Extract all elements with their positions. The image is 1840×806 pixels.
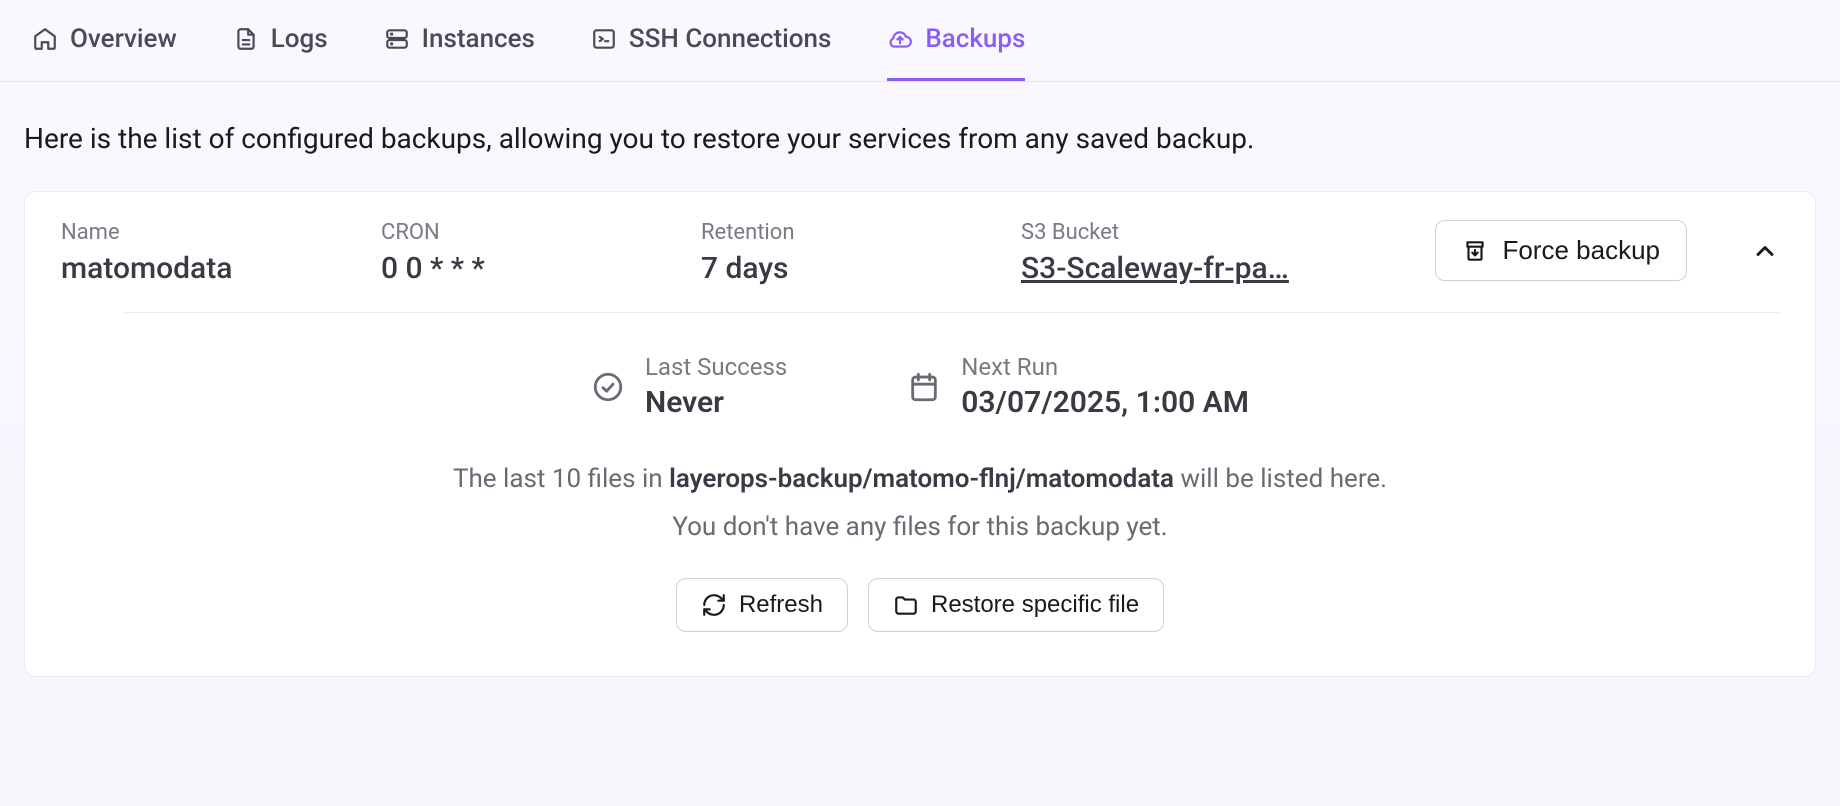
check-circle-icon — [591, 370, 625, 404]
home-icon — [32, 26, 58, 52]
last-success-block: Last Success Never — [591, 353, 787, 420]
next-run-block: Next Run 03/07/2025, 1:00 AM — [907, 353, 1249, 420]
refresh-button[interactable]: Refresh — [676, 578, 848, 632]
restore-file-button[interactable]: Restore specific file — [868, 578, 1164, 632]
tab-overview-label: Overview — [70, 24, 177, 54]
refresh-icon — [701, 592, 727, 618]
collapse-toggle[interactable] — [1751, 237, 1779, 269]
cron-value: 0 0 * * * — [381, 251, 661, 286]
terminal-icon — [591, 26, 617, 52]
last-success-label: Last Success — [645, 353, 787, 381]
backup-summary-row: Name matomodata CRON 0 0 * * * Retention… — [61, 220, 1779, 286]
s3-value[interactable]: S3-Scaleway-fr-pa… — [1021, 251, 1301, 286]
last-success-value: Never — [645, 385, 787, 420]
empty-message: You don't have any files for this backup… — [61, 512, 1779, 542]
next-run-value: 03/07/2025, 1:00 AM — [961, 385, 1249, 420]
divider — [125, 312, 1779, 313]
file-icon — [233, 26, 259, 52]
field-cron: CRON 0 0 * * * — [381, 220, 661, 286]
chevron-up-icon — [1751, 237, 1779, 265]
backup-card: Name matomodata CRON 0 0 * * * Retention… — [24, 191, 1816, 677]
list-suffix: will be listed here. — [1174, 464, 1387, 494]
name-value: matomodata — [61, 251, 341, 286]
tab-ssh[interactable]: SSH Connections — [591, 24, 831, 81]
tab-logs[interactable]: Logs — [233, 24, 328, 81]
tab-backups-label: Backups — [925, 24, 1025, 54]
server-icon — [384, 26, 410, 52]
restore-label: Restore specific file — [931, 591, 1139, 619]
force-backup-label: Force backup — [1502, 235, 1660, 266]
list-path: layerops-backup/matomo-flnj/matomodata — [669, 464, 1174, 494]
cron-label: CRON — [381, 220, 661, 245]
field-s3-bucket: S3 Bucket S3-Scaleway-fr-pa… — [1021, 220, 1395, 286]
list-prefix: The last 10 files in — [453, 464, 669, 494]
field-retention: Retention 7 days — [701, 220, 981, 286]
tab-backups[interactable]: Backups — [887, 24, 1025, 81]
action-row: Refresh Restore specific file — [61, 578, 1779, 632]
status-row: Last Success Never Next Run 03/07/2025, … — [61, 353, 1779, 420]
force-backup-button[interactable]: Force backup — [1435, 220, 1687, 281]
name-label: Name — [61, 220, 341, 245]
folder-icon — [893, 592, 919, 618]
tab-overview[interactable]: Overview — [32, 24, 177, 81]
refresh-label: Refresh — [739, 591, 823, 619]
next-run-label: Next Run — [961, 353, 1249, 381]
download-box-icon — [1462, 238, 1488, 264]
cloud-upload-icon — [887, 26, 913, 52]
tab-bar: Overview Logs Instances SSH Connections … — [0, 0, 1840, 82]
tab-instances[interactable]: Instances — [384, 24, 535, 81]
tab-ssh-label: SSH Connections — [629, 24, 831, 54]
s3-label: S3 Bucket — [1021, 220, 1395, 245]
intro-text: Here is the list of configured backups, … — [0, 82, 1840, 191]
calendar-icon — [907, 370, 941, 404]
retention-label: Retention — [701, 220, 981, 245]
retention-value: 7 days — [701, 251, 981, 286]
field-name: Name matomodata — [61, 220, 341, 286]
file-list-description: The last 10 files in layerops-backup/mat… — [61, 464, 1779, 494]
tab-logs-label: Logs — [271, 24, 328, 54]
tab-instances-label: Instances — [422, 24, 535, 54]
